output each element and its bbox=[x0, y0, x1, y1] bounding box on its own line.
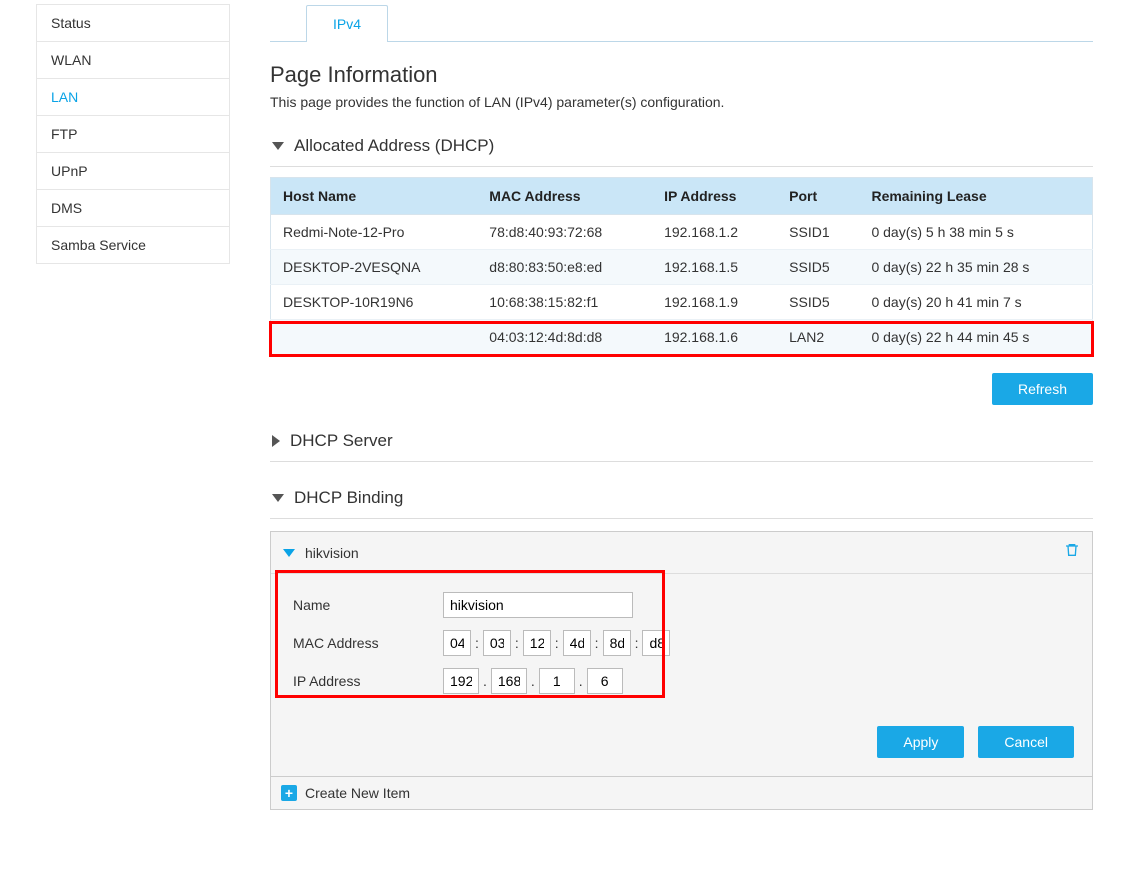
apply-button[interactable]: Apply bbox=[877, 726, 964, 758]
table-row[interactable]: Redmi-Note-12-Pro 78:d8:40:93:72:68 192.… bbox=[271, 215, 1093, 250]
cell-port: SSID5 bbox=[777, 285, 859, 320]
cell-ip: 192.168.1.5 bbox=[652, 250, 777, 285]
section-dhcp-server: DHCP Server bbox=[270, 423, 1093, 462]
create-label: Create New Item bbox=[305, 785, 410, 801]
cell-port: SSID5 bbox=[777, 250, 859, 285]
cell-host: DESKTOP-10R19N6 bbox=[271, 285, 478, 320]
section-allocated-header[interactable]: Allocated Address (DHCP) bbox=[270, 128, 1093, 167]
cell-mac: 78:d8:40:93:72:68 bbox=[477, 215, 652, 250]
col-port: Port bbox=[777, 178, 859, 215]
mac-octet-2[interactable] bbox=[483, 630, 511, 656]
cell-lease: 0 day(s) 5 h 38 min 5 s bbox=[859, 215, 1092, 250]
col-mac: MAC Address bbox=[477, 178, 652, 215]
mac-octet-3[interactable] bbox=[523, 630, 551, 656]
cell-host bbox=[271, 320, 478, 355]
mac-octet-5[interactable] bbox=[603, 630, 631, 656]
section-dhcp-binding: DHCP Binding hikvision Name bbox=[270, 480, 1093, 810]
cell-host: DESKTOP-2VESQNA bbox=[271, 250, 478, 285]
cell-port: SSID1 bbox=[777, 215, 859, 250]
create-new-item[interactable]: + Create New Item bbox=[271, 776, 1092, 809]
table-row[interactable]: DESKTOP-10R19N6 10:68:38:15:82:f1 192.16… bbox=[271, 285, 1093, 320]
col-ip: IP Address bbox=[652, 178, 777, 215]
sidebar-item-samba[interactable]: Samba Service bbox=[36, 227, 230, 264]
ip-octet-1[interactable] bbox=[443, 668, 479, 694]
mac-label: MAC Address bbox=[293, 635, 443, 651]
dhcp-table: Host Name MAC Address IP Address Port Re… bbox=[270, 177, 1093, 355]
ip-label: IP Address bbox=[293, 673, 443, 689]
binding-panel: hikvision Name MAC Address : : bbox=[270, 531, 1093, 810]
section-allocated-title: Allocated Address (DHCP) bbox=[294, 136, 494, 156]
cell-host: Redmi-Note-12-Pro bbox=[271, 215, 478, 250]
sidebar-item-dms[interactable]: DMS bbox=[36, 190, 230, 227]
page-title: Page Information bbox=[270, 62, 1093, 88]
chevron-down-icon bbox=[272, 494, 284, 502]
cancel-button[interactable]: Cancel bbox=[978, 726, 1074, 758]
sidebar-item-wlan[interactable]: WLAN bbox=[36, 42, 230, 79]
section-dhcp-binding-title: DHCP Binding bbox=[294, 488, 403, 508]
name-input[interactable] bbox=[443, 592, 633, 618]
mac-octet-1[interactable] bbox=[443, 630, 471, 656]
refresh-button[interactable]: Refresh bbox=[992, 373, 1093, 405]
cell-mac: d8:80:83:50:e8:ed bbox=[477, 250, 652, 285]
col-lease: Remaining Lease bbox=[859, 178, 1092, 215]
section-allocated: Allocated Address (DHCP) Host Name MAC A… bbox=[270, 128, 1093, 405]
cell-lease: 0 day(s) 20 h 41 min 7 s bbox=[859, 285, 1092, 320]
ip-octet-3[interactable] bbox=[539, 668, 575, 694]
cell-mac: 10:68:38:15:82:f1 bbox=[477, 285, 652, 320]
binding-item-header[interactable]: hikvision bbox=[271, 532, 1092, 574]
trash-icon[interactable] bbox=[1064, 542, 1080, 563]
binding-item-title: hikvision bbox=[305, 545, 359, 561]
name-label: Name bbox=[293, 597, 443, 613]
chevron-down-icon bbox=[283, 549, 295, 557]
tabs: IPv4 bbox=[270, 4, 1093, 42]
sidebar: Status WLAN LAN FTP UPnP DMS Samba Servi… bbox=[0, 0, 230, 876]
plus-icon: + bbox=[281, 785, 297, 801]
cell-ip: 192.168.1.9 bbox=[652, 285, 777, 320]
cell-ip: 192.168.1.6 bbox=[652, 320, 777, 355]
section-dhcp-binding-header[interactable]: DHCP Binding bbox=[270, 480, 1093, 519]
sidebar-item-status[interactable]: Status bbox=[36, 4, 230, 42]
chevron-down-icon bbox=[272, 142, 284, 150]
table-row[interactable]: DESKTOP-2VESQNA d8:80:83:50:e8:ed 192.16… bbox=[271, 250, 1093, 285]
col-hostname: Host Name bbox=[271, 178, 478, 215]
section-dhcp-server-header[interactable]: DHCP Server bbox=[270, 423, 1093, 462]
cell-lease: 0 day(s) 22 h 44 min 45 s bbox=[859, 320, 1092, 355]
ip-octet-2[interactable] bbox=[491, 668, 527, 694]
table-row-highlighted[interactable]: 04:03:12:4d:8d:d8 192.168.1.6 LAN2 0 day… bbox=[271, 320, 1093, 355]
mac-octet-4[interactable] bbox=[563, 630, 591, 656]
cell-lease: 0 day(s) 22 h 35 min 28 s bbox=[859, 250, 1092, 285]
chevron-right-icon bbox=[272, 435, 280, 447]
section-dhcp-server-title: DHCP Server bbox=[290, 431, 393, 451]
page-description: This page provides the function of LAN (… bbox=[270, 94, 1093, 110]
sidebar-item-lan[interactable]: LAN bbox=[36, 79, 230, 116]
tab-ipv4[interactable]: IPv4 bbox=[306, 5, 388, 42]
cell-mac: 04:03:12:4d:8d:d8 bbox=[477, 320, 652, 355]
cell-port: LAN2 bbox=[777, 320, 859, 355]
sidebar-item-ftp[interactable]: FTP bbox=[36, 116, 230, 153]
ip-octet-4[interactable] bbox=[587, 668, 623, 694]
sidebar-item-upnp[interactable]: UPnP bbox=[36, 153, 230, 190]
main-content: IPv4 Page Information This page provides… bbox=[230, 0, 1133, 876]
cell-ip: 192.168.1.2 bbox=[652, 215, 777, 250]
mac-octet-6[interactable] bbox=[642, 630, 670, 656]
